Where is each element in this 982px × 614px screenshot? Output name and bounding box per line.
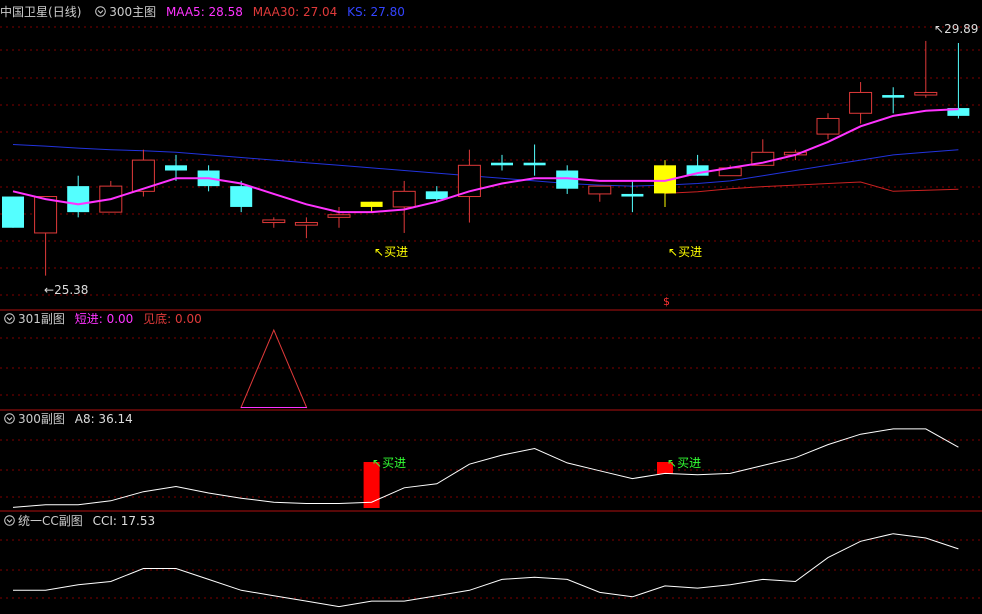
short-entry-triangle [240,328,308,409]
candle-body [425,191,448,200]
bottom-value: 见底: 0.00 [143,312,202,326]
candle-body [849,91,873,114]
cci-header: 统一CC副图 CCI: 17.53 [0,513,161,529]
buy-signal-label: 买进 [677,456,702,470]
candle-body [2,196,24,228]
candle-body [882,95,905,98]
candle-body [621,193,644,197]
candle-body [165,165,187,171]
candle-body [262,219,286,224]
candle-body [360,201,383,207]
candle-body [523,162,546,166]
dollar-marker: $ [663,295,670,308]
buy-signal-label: 买进 [384,245,409,259]
stock-name: 中国卫星 [0,5,49,19]
main-indicator-name[interactable]: 300主图 [109,5,156,19]
main-panel-header: 中国卫星(日线) 300主图 MAA5: 28.58 MAA30: 27.04 … [0,4,411,20]
buy-signal-main-1: ↖买进 [374,245,409,259]
ma30-line [664,181,959,194]
buy-signal-main-2: ↖买进 [668,245,703,259]
sub301-title[interactable]: 301副图 [18,312,65,326]
candle-body [816,117,840,135]
candle-body [230,186,253,207]
low-price-value: 25.38 [54,283,89,297]
a8-line [12,428,959,508]
ks-value: KS: 27.80 [347,5,405,19]
buy-signal-sub-2: ↖买进 [667,456,702,470]
candle-body [327,214,351,218]
sub300-header: 300副图 A8: 36.14 [0,411,139,427]
chevron-down-icon[interactable] [4,313,15,324]
ma30-value: MAA30: 27.04 [252,5,338,19]
candle-body [588,185,612,195]
high-price-marker: ↖29.89 [934,22,979,36]
candle-body [34,196,58,234]
ma5-value: MAA5: 28.58 [165,5,243,19]
buy-signal-sub-1: ↖买进 [372,456,407,470]
cci-value: CCI: 17.53 [92,514,156,528]
sub301-header: 301副图 短进: 0.00 见底: 0.00 [0,311,208,327]
candle-body [491,162,513,166]
chevron-down-icon[interactable] [4,413,15,424]
candle-body [914,91,938,96]
short-entry-value: 短进: 0.00 [74,312,134,326]
a8-value: A8: 36.14 [74,412,133,426]
period-label: (日线) [48,5,82,19]
chevron-down-icon[interactable] [95,6,107,17]
cci-title[interactable]: 统一CC副图 [18,514,83,528]
low-price-marker: ←25.38 [44,283,89,297]
chevron-down-icon[interactable] [4,515,15,526]
candle-body [294,222,318,226]
high-price-value: 29.89 [944,22,979,36]
candle-body [392,190,416,208]
sub300-title[interactable]: 300副图 [18,412,65,426]
buy-signal-label: 买进 [382,456,407,470]
buy-signal-label: 买进 [678,245,703,259]
candle-body [67,186,90,213]
